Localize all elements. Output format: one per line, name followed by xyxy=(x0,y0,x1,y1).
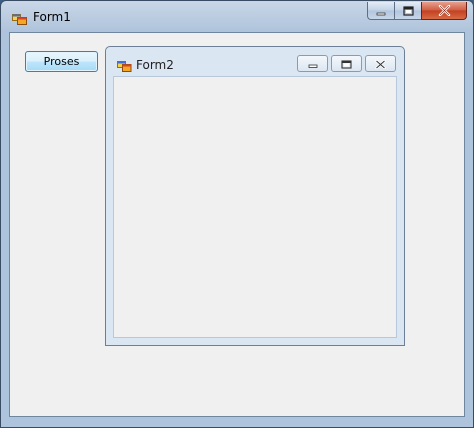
close-icon xyxy=(438,1,451,20)
maximize-button[interactable] xyxy=(394,2,421,20)
form1-title: Form1 xyxy=(33,10,71,24)
form2-client-area xyxy=(113,76,397,338)
proses-button[interactable]: Proses xyxy=(25,51,98,72)
maximize-icon xyxy=(402,1,414,20)
app-window-icon[interactable] xyxy=(12,11,28,25)
restore-icon xyxy=(341,54,352,73)
form2-caption-buttons xyxy=(297,55,396,72)
form1-caption-buttons xyxy=(367,2,467,20)
close-button[interactable] xyxy=(421,2,467,20)
form1-title-bar[interactable]: Form1 xyxy=(1,1,473,31)
form1-window: Form1 Proses Form2 xyxy=(0,0,474,428)
form2-minimize-button[interactable] xyxy=(297,55,328,72)
form2-window: Form2 xyxy=(105,46,405,346)
form2-restore-button[interactable] xyxy=(331,55,362,72)
close-icon xyxy=(375,54,386,73)
form2-close-button[interactable] xyxy=(365,55,396,72)
form2-title-bar[interactable]: Form2 xyxy=(106,47,404,77)
minimize-button[interactable] xyxy=(367,2,394,20)
minimize-icon xyxy=(308,54,318,73)
form1-client-area: Proses Form2 xyxy=(9,32,465,417)
app-window-icon[interactable] xyxy=(117,58,132,72)
form2-title: Form2 xyxy=(136,58,174,72)
minimize-icon xyxy=(376,1,386,20)
